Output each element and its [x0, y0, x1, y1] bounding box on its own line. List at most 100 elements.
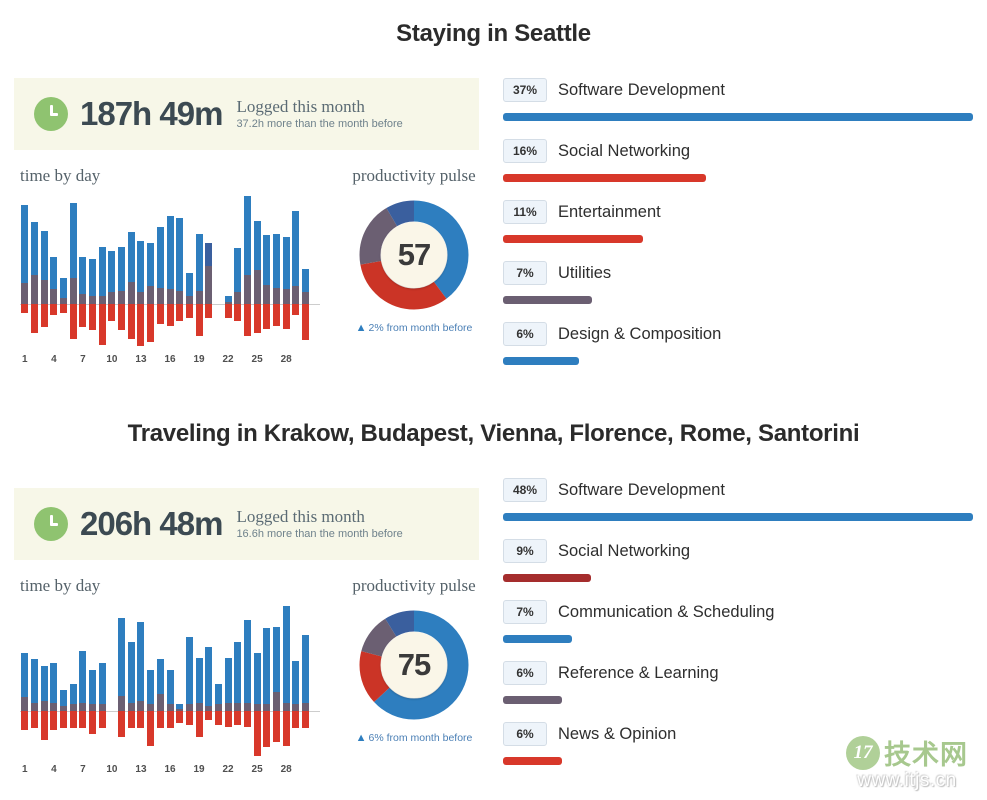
bar-segment-productive [21, 204, 29, 284]
bar-segment-neutral [98, 704, 106, 712]
bar-segment-distracting [234, 303, 242, 322]
category-row[interactable]: 37% Software Development [503, 78, 973, 139]
bar-segment-neutral [166, 289, 174, 304]
bar-segment-neutral [50, 702, 58, 712]
bar-column [263, 196, 271, 346]
bar-segment-distracting [89, 303, 97, 330]
bar-segment-productive [147, 669, 155, 705]
x-tick-label: 10 [106, 354, 118, 365]
category-row[interactable]: 7% Communication & Scheduling [503, 600, 973, 661]
bar-column [156, 606, 164, 756]
page-title: Traveling in Krakow, Budapest, Vienna, F… [127, 420, 860, 447]
bar-segment-distracting [166, 711, 174, 729]
bar-segment-distracting [282, 711, 290, 746]
x-tick-label: 22 [222, 764, 234, 775]
bar-segment-neutral [89, 704, 97, 712]
category-header: 6% Design & Composition [503, 322, 973, 346]
bar-segment-neutral [137, 700, 145, 712]
bar-segment-productive [263, 628, 271, 705]
category-label: Reference & Learning [558, 663, 719, 682]
bar-column [50, 606, 58, 756]
bar-segment-distracting [301, 711, 309, 729]
bar-segment-productive [50, 662, 58, 703]
bar-segment-distracting [108, 303, 116, 322]
bar-segment-distracting [118, 303, 126, 330]
bar-segment-distracting [50, 303, 58, 316]
bar-segment-distracting [98, 303, 106, 345]
bar-segment-distracting [40, 711, 48, 741]
bar-column [205, 606, 213, 756]
bar-segment-neutral [40, 280, 48, 304]
bar-segment-productive [185, 637, 193, 705]
category-percent-badge: 11% [503, 200, 547, 224]
category-label: Software Development [558, 480, 725, 499]
bar-segment-productive [234, 248, 242, 293]
bar-segment-distracting [137, 711, 145, 729]
bar-column [127, 606, 135, 756]
bar-segment-neutral [31, 702, 39, 712]
bar-segment-distracting [301, 303, 309, 341]
bar-segment-distracting [224, 303, 232, 319]
category-header: 6% Reference & Learning [503, 661, 973, 685]
bar-column [243, 606, 251, 756]
category-row[interactable]: 6% Reference & Learning [503, 661, 973, 722]
productivity-pulse-label: productivity pulse [352, 166, 476, 185]
bar-column [263, 606, 271, 756]
bar-segment-productive [166, 669, 174, 705]
bar-segment-productive [205, 647, 213, 706]
bar-segment-distracting [292, 303, 300, 316]
bar-segment-productive [243, 196, 251, 275]
pulse-delta-text: 2% from month before [368, 322, 473, 334]
bar-segment-distracting [79, 711, 87, 729]
category-row[interactable]: 6% Design & Composition [503, 322, 973, 383]
bar-segment-distracting [60, 303, 68, 313]
bar-segment-productive [156, 659, 164, 694]
bar-segment-productive [118, 618, 126, 696]
x-tick-label: 22 [222, 354, 234, 365]
category-row[interactable]: 11% Entertainment [503, 200, 973, 261]
category-row[interactable]: 7% Utilities [503, 261, 973, 322]
bar-segment-productive [205, 242, 213, 266]
bar-chart-plot [20, 606, 320, 756]
watermark-logo: 17 技术网 [833, 733, 981, 772]
category-header: 16% Social Networking [503, 139, 973, 163]
category-label: Entertainment [558, 202, 661, 221]
bar-chart-x-axis: 1 4 7 10 13 16 19 22 25 28 [20, 354, 320, 372]
bar-segment-productive [60, 277, 68, 298]
category-bar [503, 696, 562, 704]
bar-segment-neutral [98, 296, 106, 304]
bar-column [127, 196, 135, 346]
category-row[interactable]: 16% Social Networking [503, 139, 973, 200]
x-tick-label: 25 [251, 354, 263, 365]
bar-segment-neutral [21, 697, 29, 712]
x-tick-label: 13 [135, 764, 147, 775]
bar-column [282, 196, 290, 346]
up-arrow-icon: ▲ [355, 732, 367, 744]
category-header: 37% Software Development [503, 78, 973, 102]
category-bar [503, 513, 973, 521]
bar-segment-productive [176, 704, 184, 710]
bar-column [253, 196, 261, 346]
category-percent-badge: 7% [503, 261, 547, 285]
category-bar [503, 235, 643, 243]
bar-segment-neutral [166, 704, 174, 712]
category-row[interactable]: 48% Software Development [503, 478, 973, 539]
bar-segment-distracting [89, 711, 97, 734]
bar-segment-productive [69, 683, 77, 705]
bar-segment-neutral [137, 292, 145, 304]
x-tick-label: 4 [51, 764, 57, 775]
bar-column [195, 196, 203, 346]
summary-text: Logged this month 16.6h more than the mo… [236, 507, 402, 540]
bar-segment-productive [21, 652, 29, 698]
up-arrow-icon: ▲ [355, 322, 367, 334]
category-bar [503, 174, 707, 182]
bar-column [108, 196, 116, 346]
watermark-badge: 17 [846, 735, 880, 770]
x-tick-label: 7 [80, 354, 86, 365]
bar-segment-neutral [31, 274, 39, 304]
clock-icon [34, 97, 68, 131]
bar-segment-distracting [156, 303, 164, 325]
bar-column [137, 606, 145, 756]
category-row[interactable]: 9% Social Networking [503, 539, 973, 600]
bar-column [31, 196, 39, 346]
